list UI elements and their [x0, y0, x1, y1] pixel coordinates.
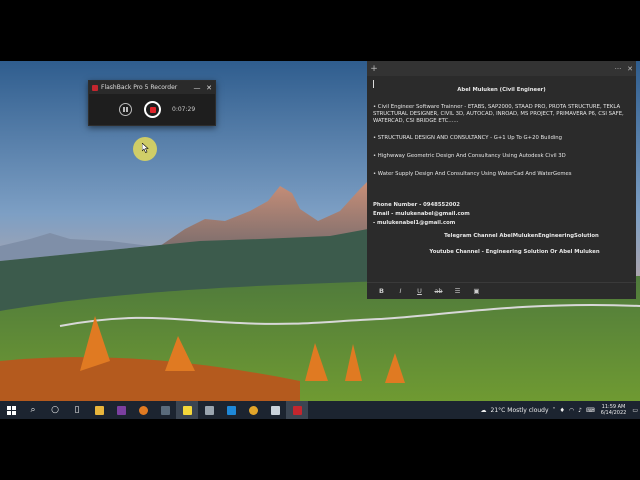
- note-bullet: • Highwway Geometric Design And Consulta…: [373, 152, 566, 159]
- pause-button[interactable]: [119, 103, 132, 116]
- note-titlebar[interactable]: + ··· ✕: [367, 61, 636, 76]
- italic-button[interactable]: I: [391, 287, 410, 295]
- windows-taskbar: ⌕ ○ ▯ ☁ 21°C Mostly cloudy ˄ ♦ ◠ ♪ ⌨ 11:…: [0, 401, 640, 419]
- sticky-notes-icon[interactable]: [176, 401, 198, 419]
- email-primary: Email - mulukenabel@gmail.com: [373, 210, 470, 217]
- telegram-channel: Telegram Channel AbelMulukenEngineeringS…: [444, 232, 599, 239]
- input-method-icon[interactable]: ⌨: [586, 407, 595, 414]
- search-icon[interactable]: ⌕: [22, 401, 44, 419]
- note-body[interactable]: Abel Muluken (Civil Engineer) • Civil En…: [367, 76, 636, 256]
- letterbox-top: [0, 0, 640, 61]
- app-light-icon[interactable]: [264, 401, 286, 419]
- weather-text[interactable]: 21°C Mostly cloudy: [491, 407, 549, 414]
- note-bullet: • Civil Engineer Software Trainner - ETA…: [373, 103, 624, 124]
- mouse-pointer-icon: [142, 143, 149, 153]
- desktop: FlashBack Pro 5 Recorder — ✕ 0:07:29 + ·…: [0, 61, 640, 419]
- stop-record-button[interactable]: [144, 101, 161, 118]
- email-secondary: - mulukenabel1@gmail.com: [373, 219, 456, 226]
- volume-icon[interactable]: ♪: [578, 407, 582, 414]
- strikethrough-button[interactable]: ab: [429, 287, 448, 295]
- clock[interactable]: 11:59 AM 6/14/2022: [601, 404, 627, 416]
- phone-number: Phone Number - 0948552002: [373, 201, 460, 208]
- chevron-up-icon[interactable]: ˄: [553, 407, 556, 414]
- recording-timer: 0:07:29: [172, 106, 196, 113]
- note-bullet: • STRUCTURAL DESIGN AND CONSULTANCY - G+…: [373, 134, 563, 141]
- task-view-icon[interactable]: ▯: [66, 401, 88, 419]
- underline-button[interactable]: U: [410, 287, 429, 295]
- recorder-title: FlashBack Pro 5 Recorder: [101, 84, 178, 91]
- wifi-icon[interactable]: ◠: [569, 407, 574, 414]
- clock-date: 6/14/2022: [600, 410, 627, 416]
- cortana-icon[interactable]: ○: [44, 401, 66, 419]
- microphone-icon[interactable]: ♦: [560, 407, 565, 414]
- calculator-icon[interactable]: [154, 401, 176, 419]
- app-purple-icon[interactable]: [110, 401, 132, 419]
- flashback-app-icon: [92, 84, 98, 91]
- image-button[interactable]: ▣: [467, 287, 486, 295]
- bold-button[interactable]: B: [372, 287, 391, 295]
- sticky-note-window[interactable]: + ··· ✕ Abel Muluken (Civil Engineer) • …: [367, 61, 636, 299]
- chrome-icon[interactable]: [242, 401, 264, 419]
- stop-icon: [149, 106, 156, 113]
- text-caret: [373, 80, 374, 88]
- windows-logo-icon: [6, 405, 16, 415]
- recorder-titlebar[interactable]: FlashBack Pro 5 Recorder — ✕: [89, 81, 215, 94]
- youtube-channel: Youtube Channel - Engineering Solution O…: [429, 248, 600, 255]
- bullet-list-button[interactable]: ☰: [448, 287, 467, 295]
- note-bullet: • Water Supply Design And Consultancy Us…: [373, 170, 572, 177]
- letterbox-bottom: [0, 419, 640, 480]
- flashback-taskbar-icon[interactable]: [286, 401, 308, 419]
- note-menu-button[interactable]: ···: [612, 65, 624, 73]
- note-close-button[interactable]: ✕: [624, 65, 636, 73]
- flashback-recorder-window[interactable]: FlashBack Pro 5 Recorder — ✕ 0:07:29: [88, 80, 216, 126]
- app-orange-icon[interactable]: [132, 401, 154, 419]
- app-grey-icon[interactable]: [198, 401, 220, 419]
- close-button[interactable]: ✕: [203, 84, 215, 92]
- new-note-button[interactable]: +: [367, 64, 381, 74]
- note-heading: Abel Muluken (Civil Engineer): [457, 86, 546, 93]
- start-button[interactable]: [0, 401, 22, 419]
- file-explorer-icon[interactable]: [88, 401, 110, 419]
- cursor-highlight: [133, 137, 157, 161]
- minimize-button[interactable]: —: [191, 84, 203, 92]
- notifications-icon[interactable]: ▭: [632, 407, 638, 414]
- system-tray: ☁ 21°C Mostly cloudy ˄ ♦ ◠ ♪ ⌨ 11:59 AM …: [479, 401, 640, 419]
- app-blue-c-icon[interactable]: [220, 401, 242, 419]
- format-toolbar: B I U ab ☰ ▣: [367, 282, 636, 299]
- weather-icon: ☁: [480, 406, 487, 414]
